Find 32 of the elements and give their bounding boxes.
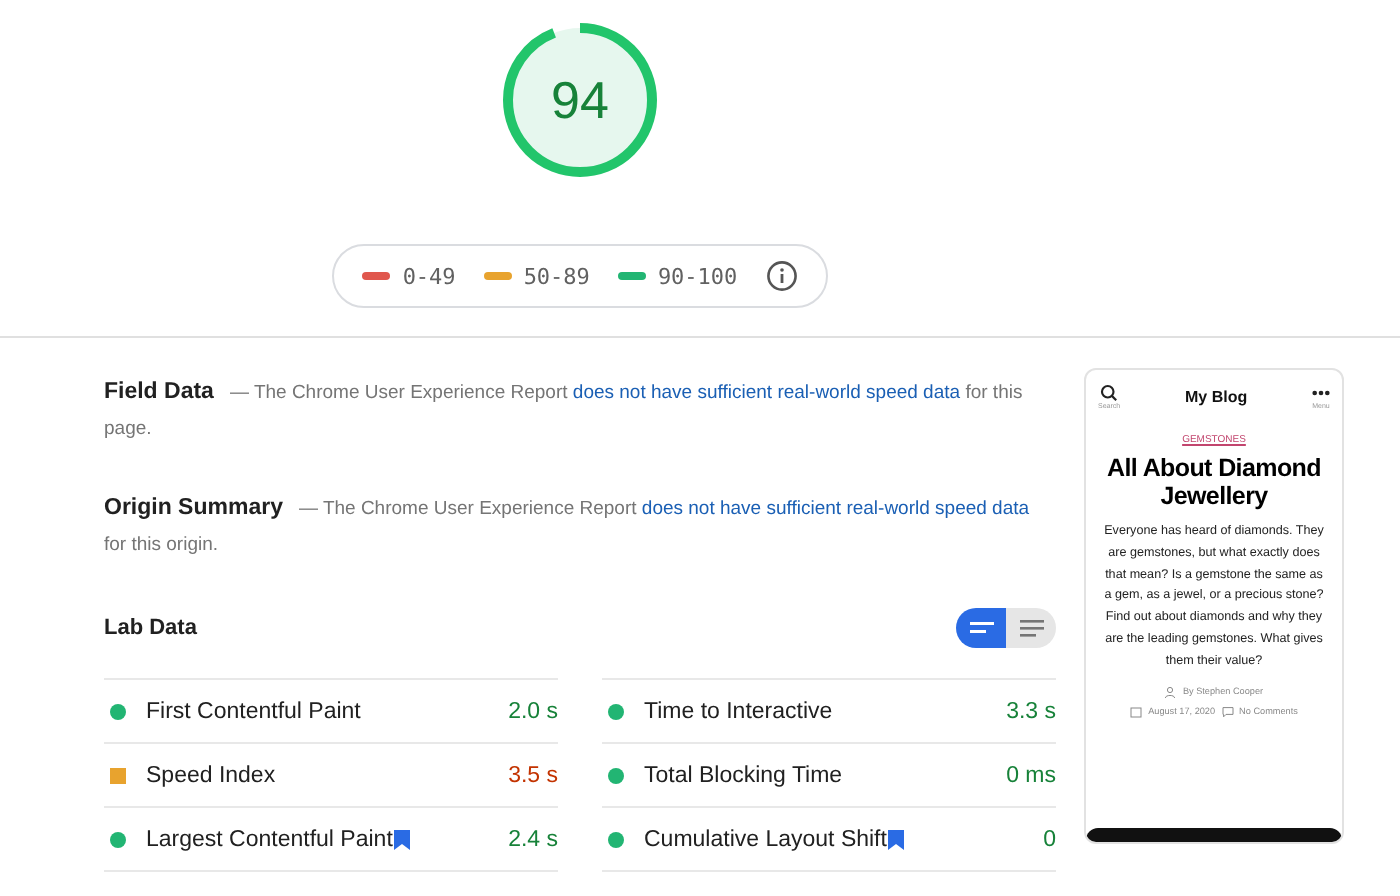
compact-view-button[interactable] <box>956 608 1006 648</box>
speed-data-link[interactable]: does not have sufficient real-world speed data <box>641 498 1030 520</box>
legend-label: 90-100 <box>657 263 738 289</box>
legend-label: 0-49 <box>402 263 456 289</box>
metric-label: Total Blocking Time <box>644 763 843 787</box>
metric-label: Speed Index <box>146 763 276 787</box>
comment-icon <box>1221 705 1234 718</box>
short-lines-icon <box>969 620 993 636</box>
search-icon <box>1100 384 1119 402</box>
metric-value: 0 ms <box>1006 763 1056 787</box>
list-view-button[interactable] <box>1006 608 1056 648</box>
metric-label: First Contentful Paint <box>146 699 361 723</box>
section-description: Field Data — The Chrome User Experience Report does not have sufficient real-world speed data for this page. <box>104 382 1023 440</box>
speed-data-link[interactable]: does not have sufficient real-world speed data <box>572 382 961 404</box>
person-icon <box>1164 685 1177 698</box>
lines-icon <box>1019 619 1043 637</box>
metric-value: 2.0 s <box>508 699 558 723</box>
metric-label: Largest Contentful Paint <box>146 827 393 851</box>
calendar-icon <box>1130 705 1143 718</box>
metric-value: 3.3 s <box>1006 699 1056 723</box>
section-title: Lab Data <box>104 616 197 640</box>
post-headline: All About Diamond Jewellery <box>1105 454 1323 510</box>
legend-label: 50-89 <box>523 263 590 289</box>
metric-label: Time to Interactive <box>644 699 833 723</box>
section-description: Origin Summary — The Chrome User Experience Report does not have sufficient real-world speed data for this origin. <box>104 498 1030 556</box>
performance-score: 94 <box>551 69 609 131</box>
metric-value: 0 <box>1043 827 1056 851</box>
metric-value: 2.4 s <box>508 827 558 851</box>
site-title: My Blog <box>1184 388 1248 406</box>
info-icon[interactable] <box>765 260 798 292</box>
metric-value: 3.5 s <box>508 763 558 787</box>
metric-label: Cumulative Layout Shift <box>644 827 887 851</box>
